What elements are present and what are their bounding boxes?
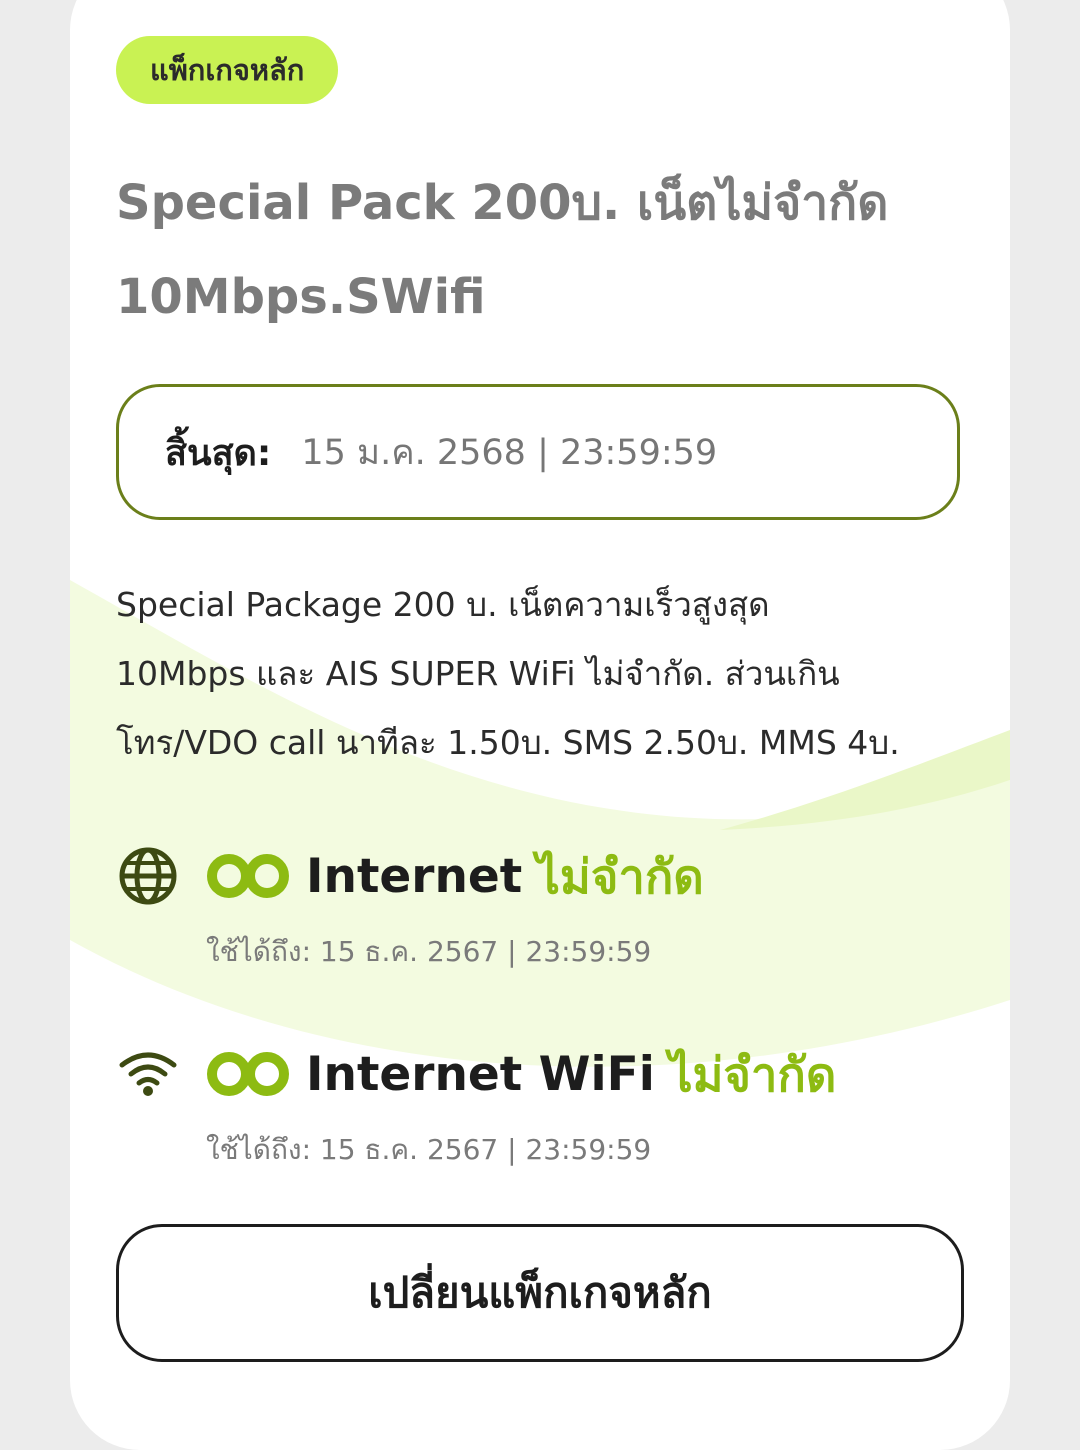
expiry-label: สิ้นสุด: [165,432,272,474]
package-title-line2: 10Mbps.SWifi [116,269,486,325]
feature-internet: Internet ไม่จำกัด ใช้ได้ถึง: 15 ธ.ค. 256… [116,836,976,986]
description-line: 10Mbps และ AIS SUPER WiFi ไม่จำกัด. ส่วน… [116,654,840,693]
feature-name: Internet [306,848,523,904]
infinity-icon [207,854,289,898]
feature-valid-until: ใช้ได้ถึง: 15 ธ.ค. 2567 | 23:59:59 [206,935,652,968]
main-package-badge: แพ็กเกจหลัก [116,36,339,104]
expiry-value: 15 ม.ค. 2568 | 23:59:59 [301,432,718,473]
feature-unlimited: ไม่จำกัด [668,1047,837,1103]
wifi-icon [116,1042,180,1106]
globe-icon [116,844,180,908]
description-line: Special Package 200 บ. เน็ตความเร็วสูงสุ… [116,585,770,624]
infinity-icon [207,1052,289,1096]
expiry-box: สิ้นสุด: 15 ม.ค. 2568 | 23:59:59 [116,384,960,520]
feature-valid-until: ใช้ได้ถึง: 15 ธ.ค. 2567 | 23:59:59 [206,1133,652,1166]
change-main-package-button[interactable]: เปลี่ยนแพ็กเกจหลัก [116,1224,964,1362]
description-line: โทร/VDO call นาทีละ 1.50บ. SMS 2.50บ. MM… [116,723,900,762]
package-title: Special Pack 200บ. เน็ตไม่จำกัด 10Mbps.S… [116,156,956,344]
feature-unlimited: ไม่จำกัด [536,849,704,905]
package-card: แพ็กเกจหลัก Special Pack 200บ. เน็ตไม่จำ… [70,0,1010,1450]
package-description: Special Package 200 บ. เน็ตความเร็วสูงสุ… [116,570,976,777]
package-title-line1: Special Pack 200บ. เน็ตไม่จำกัด [116,175,889,231]
feature-name: Internet WiFi [306,1046,655,1102]
feature-internet-wifi: Internet WiFi ไม่จำกัด ใช้ได้ถึง: 15 ธ.ค… [116,1034,976,1184]
